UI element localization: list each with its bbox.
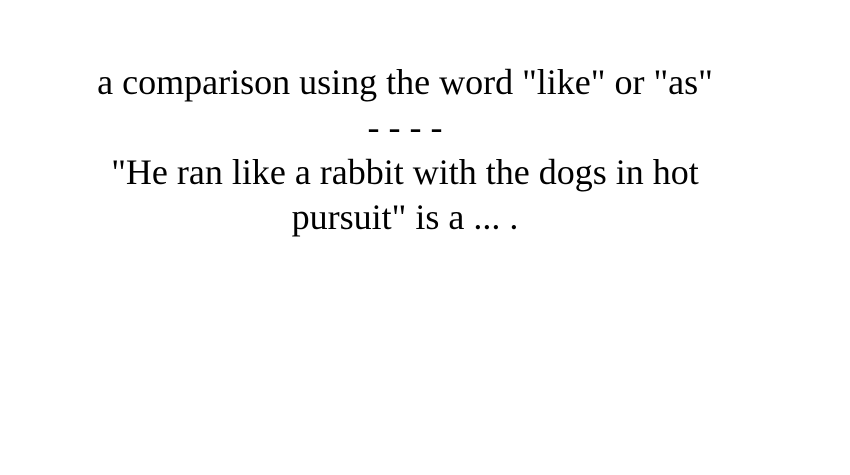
question-text: "He ran like a rabbit with the dogs in h…	[111, 152, 699, 237]
separator-text: - - - -	[367, 107, 443, 147]
flashcard-content: a comparison using the word "like" or "a…	[40, 60, 770, 240]
definition-text: a comparison using the word "like" or "a…	[97, 62, 713, 102]
flashcard: a comparison using the word "like" or "a…	[0, 0, 850, 475]
